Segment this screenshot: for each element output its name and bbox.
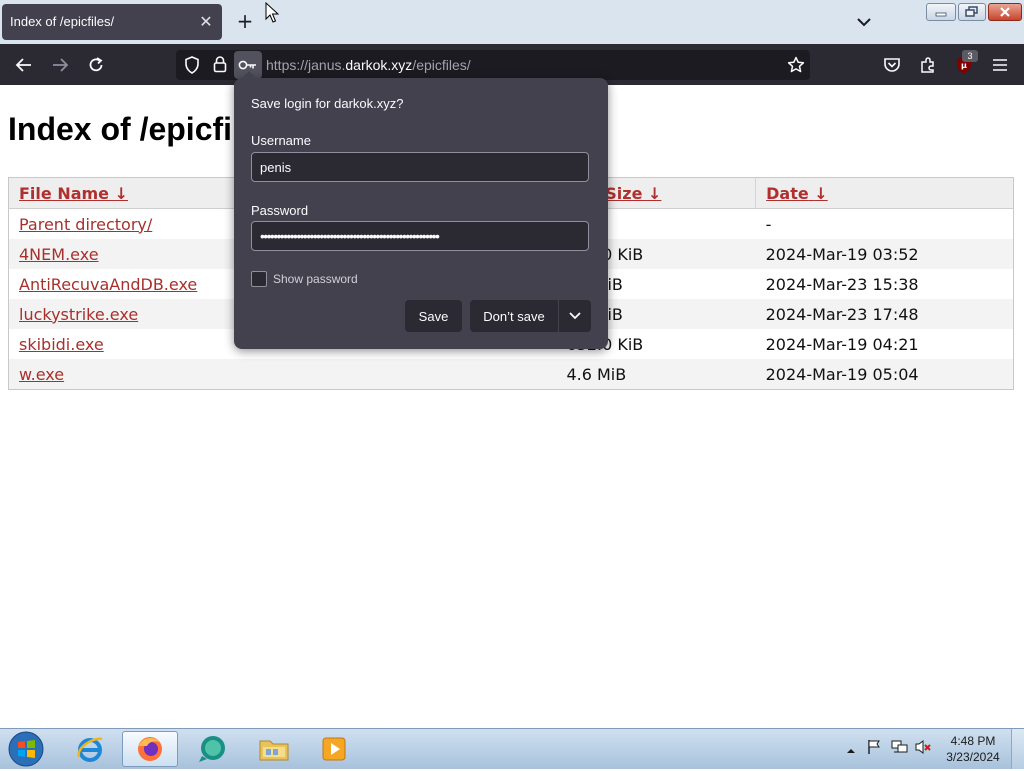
dont-save-button[interactable]: Don’t save — [470, 300, 558, 332]
firefox-taskbar-icon[interactable] — [122, 731, 178, 767]
extensions-puzzle-icon[interactable] — [915, 52, 941, 78]
sort-arrow-icon: ↓ — [114, 183, 129, 203]
tab-title: Index of /epicfiles/ — [10, 14, 115, 29]
chat-app-icon[interactable] — [184, 731, 240, 767]
table-row: w.exe 4.6 MiB 2024-Mar-19 05:04 — [8, 359, 1014, 390]
file-link[interactable]: 4NEM.exe — [19, 245, 99, 264]
window-close-button[interactable] — [988, 3, 1022, 21]
column-header-date[interactable]: Date ↓ — [755, 177, 1014, 209]
windows-taskbar: 4:48 PM 3/23/2024 — [0, 728, 1024, 769]
file-date-cell: 2024-Mar-23 17:48 — [755, 299, 1014, 329]
password-label: Password — [251, 203, 309, 218]
file-link[interactable]: Parent directory/ — [19, 215, 152, 234]
media-player-icon[interactable] — [306, 731, 362, 767]
file-date-cell: 2024-Mar-23 15:38 — [765, 274, 919, 294]
popup-arrow — [242, 71, 256, 78]
file-date-cell: 2024-Mar-19 05:04 — [755, 359, 1014, 390]
forward-arrow-icon[interactable] — [47, 52, 73, 78]
tab-strip: Index of /epicfiles/ ✕ + — [0, 0, 1024, 44]
sort-by-date-link[interactable]: Date ↓ — [766, 184, 828, 203]
file-link[interactable]: AntiRecuvaAndDB.exe — [19, 275, 197, 294]
file-date-cell: 2024-Mar-19 04:21 — [765, 334, 919, 354]
pocket-icon[interactable] — [879, 52, 905, 78]
url-domain: darkok.xyz — [345, 57, 413, 73]
action-center-flag-icon[interactable] — [866, 739, 882, 759]
column-label: Date — [766, 183, 809, 203]
window-minimize-button[interactable] — [926, 3, 956, 21]
reload-icon[interactable] — [83, 52, 109, 78]
hamburger-menu-icon[interactable] — [987, 52, 1013, 78]
url-bar[interactable]: https://janus.darkok.xyz/epicfiles/ — [176, 50, 810, 80]
clock-date: 3/23/2024 — [946, 750, 1000, 764]
url-prefix: https://janus. — [266, 57, 346, 73]
file-link[interactable]: skibidi.exe — [19, 335, 104, 354]
file-link[interactable]: luckystrike.exe — [19, 305, 138, 324]
window-restore-button[interactable] — [958, 3, 986, 21]
start-button[interactable] — [6, 731, 46, 767]
url-text[interactable]: https://janus.darkok.xyz/epicfiles/ — [266, 57, 471, 73]
file-link[interactable]: w.exe — [19, 365, 64, 384]
tracking-protection-shield-icon[interactable] — [184, 56, 200, 78]
file-date-cell: - — [765, 214, 772, 234]
volume-muted-icon[interactable] — [914, 739, 932, 759]
sort-by-name-link[interactable]: File Name ↓ — [19, 184, 128, 203]
show-password-checkbox[interactable] — [251, 271, 267, 287]
sort-arrow-icon: ↓ — [814, 183, 828, 203]
svg-text:µ: µ — [961, 61, 967, 70]
padlock-icon[interactable] — [212, 55, 228, 77]
internet-explorer-icon[interactable] — [62, 731, 118, 767]
file-size-cell: 4.6 MiB — [556, 359, 756, 390]
system-clock[interactable]: 4:48 PM 3/23/2024 — [938, 733, 1008, 765]
username-field[interactable] — [251, 152, 589, 182]
save-login-popup: Save login for darkok.xyz? Username Pass… — [234, 71, 608, 349]
new-tab-button[interactable]: + — [234, 10, 256, 32]
show-hidden-icons-arrow-icon[interactable] — [846, 741, 856, 760]
save-button[interactable]: Save — [405, 300, 462, 332]
popup-title: Save login for darkok.xyz? — [251, 96, 404, 111]
url-path: /epicfiles/ — [412, 57, 471, 73]
clock-time: 4:48 PM — [950, 734, 996, 748]
column-label: File Name — [19, 183, 110, 203]
chevron-down-icon — [568, 309, 582, 324]
extension-badge-count: 3 — [962, 50, 978, 62]
file-explorer-icon[interactable] — [246, 731, 302, 767]
password-field[interactable]: ••••••••••••••••••••••••••••••••••••••••… — [251, 221, 589, 251]
mouse-pointer-icon — [265, 1, 280, 28]
file-name-cell: w.exe — [8, 359, 557, 390]
more-options-button[interactable] — [559, 300, 591, 332]
tab-close-icon[interactable]: ✕ — [196, 11, 216, 31]
sort-arrow-icon: ↓ — [648, 183, 662, 203]
list-all-tabs-chevron-icon[interactable] — [854, 12, 874, 32]
active-tab[interactable]: Index of /epicfiles/ ✕ — [2, 4, 222, 40]
show-password-label[interactable]: Show password — [273, 272, 358, 286]
back-arrow-icon[interactable] — [11, 52, 37, 78]
show-desktop-button[interactable] — [1011, 729, 1024, 769]
file-date-cell: 2024-Mar-19 03:52 — [755, 239, 1014, 269]
bookmark-star-icon[interactable] — [787, 56, 805, 78]
username-label: Username — [251, 133, 311, 148]
network-icon[interactable] — [890, 739, 908, 759]
